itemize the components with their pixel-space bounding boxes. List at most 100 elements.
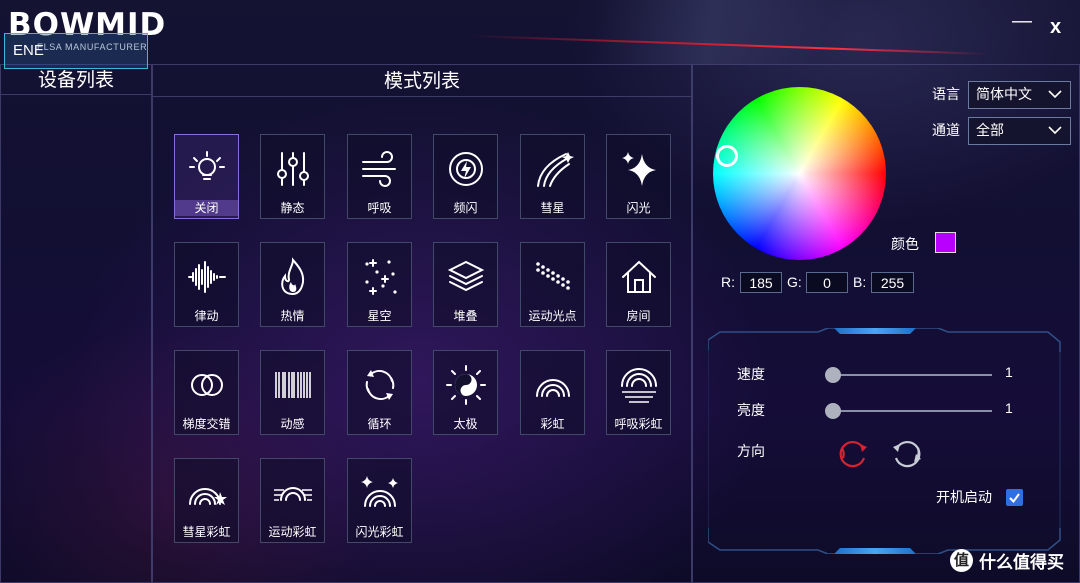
mode-tile-label: 运动光点 xyxy=(528,309,577,323)
mode-tile-label: 闪光 xyxy=(626,201,651,215)
mode-tile-label: 太极 xyxy=(453,417,478,431)
language-select[interactable]: 简体中文 xyxy=(968,81,1071,109)
mode-tile[interactable]: 房间 xyxy=(606,242,671,327)
chevron-down-icon xyxy=(1048,90,1062,99)
mode-tile[interactable]: 热情 xyxy=(260,242,325,327)
watermark-logo: 值 xyxy=(950,549,973,572)
mode-tile[interactable]: 律动 xyxy=(174,242,239,327)
wind-icon xyxy=(348,141,411,197)
mode-tile[interactable]: 梯度交错 xyxy=(174,350,239,435)
title-bar: BOWMID ELSA MANUFACTURER — x xyxy=(0,0,1080,64)
brightness-slider-handle[interactable] xyxy=(825,403,841,419)
color-label: 颜色 xyxy=(891,237,919,253)
barcode-icon xyxy=(261,357,324,413)
device-list-panel: 设备列表 xyxy=(0,64,152,583)
mode-tile[interactable]: 呼吸 xyxy=(347,134,412,219)
comet-rainbow-icon xyxy=(175,465,238,521)
direction-ccw-button[interactable] xyxy=(836,436,870,470)
rotate-ccw-icon xyxy=(839,441,867,468)
mode-tile-label: 彩虹 xyxy=(540,417,565,431)
mode-tile[interactable]: 关闭 xyxy=(174,134,239,219)
mode-tile-label: 梯度交错 xyxy=(182,417,231,431)
title-bar-decoration xyxy=(430,0,990,64)
mode-tile[interactable]: 动感 xyxy=(260,350,325,435)
brightness-value: 1 xyxy=(1005,400,1013,416)
yin-yang-icon xyxy=(434,357,497,413)
mode-tile[interactable]: 呼吸彩虹 xyxy=(606,350,671,435)
mode-tile-label: 呼吸彩虹 xyxy=(614,417,663,431)
startup-checkbox[interactable] xyxy=(1006,489,1023,506)
mode-tile[interactable]: 闪光彩虹 xyxy=(347,458,412,543)
direction-cw-button[interactable] xyxy=(890,436,924,470)
speed-label: 速度 xyxy=(737,367,765,383)
channel-select[interactable]: 全部 xyxy=(968,117,1071,145)
mode-tile-label: 动感 xyxy=(280,417,305,431)
mode-tile[interactable]: 闪光 xyxy=(606,134,671,219)
waveform-icon xyxy=(175,249,238,305)
mode-tile[interactable]: 彩虹 xyxy=(520,350,585,435)
channel-label: 通道 xyxy=(932,123,960,139)
mode-tile[interactable]: 运动彩虹 xyxy=(260,458,325,543)
mode-tile[interactable]: 运动光点 xyxy=(520,242,585,327)
sparkle-rainbow-icon xyxy=(348,465,411,521)
flash-icon xyxy=(434,141,497,197)
app-window: BOWMID ELSA MANUFACTURER — x 设备列表 ENE 模式… xyxy=(0,0,1080,583)
mode-tile[interactable]: 星空 xyxy=(347,242,412,327)
brightness-label: 亮度 xyxy=(737,403,765,419)
mode-tile[interactable]: 静态 xyxy=(260,134,325,219)
mode-tile[interactable]: 堆叠 xyxy=(433,242,498,327)
comet-icon xyxy=(521,141,584,197)
brightness-slider-track[interactable] xyxy=(832,410,992,412)
mode-tile-label: 堆叠 xyxy=(453,309,478,323)
sparkle-icon xyxy=(607,141,670,197)
cycle-icon xyxy=(348,357,411,413)
mode-tile-label: 闪光彩虹 xyxy=(355,525,404,539)
mode-tile[interactable]: 彗星 xyxy=(520,134,585,219)
speed-slider-track[interactable] xyxy=(832,374,992,376)
color-wheel[interactable] xyxy=(713,87,886,260)
r-input[interactable]: 185 xyxy=(740,272,782,293)
mode-tile[interactable]: 循环 xyxy=(347,350,412,435)
flame-icon xyxy=(261,249,324,305)
breathing-rainbow-icon xyxy=(607,357,670,413)
color-wheel-picker-handle[interactable] xyxy=(716,145,738,167)
mode-tile-label: 房间 xyxy=(626,309,651,323)
chevron-down-icon xyxy=(1048,126,1062,135)
rotate-cw-icon xyxy=(893,441,921,468)
sliders-icon xyxy=(261,141,324,197)
mode-tile[interactable]: 太极 xyxy=(433,350,498,435)
b-input[interactable]: 255 xyxy=(871,272,914,293)
mode-tile-label: 彗星 xyxy=(540,201,565,215)
rainbow-icon xyxy=(521,357,584,413)
watermark-text: 什么值得买 xyxy=(979,553,1064,573)
layers-icon xyxy=(434,249,497,305)
close-button[interactable]: x xyxy=(1050,16,1061,39)
mode-tile-label: 律动 xyxy=(194,309,219,323)
mode-tile-label: 关闭 xyxy=(175,200,238,216)
speed-value: 1 xyxy=(1005,364,1013,380)
mode-tile[interactable]: 频闪 xyxy=(433,134,498,219)
bulb-icon xyxy=(175,141,238,197)
r-label: R: xyxy=(721,274,735,290)
mode-tile-label: 星空 xyxy=(367,309,392,323)
rings-icon xyxy=(175,357,238,413)
device-list-title: 设备列表 xyxy=(1,65,151,95)
mode-tile-label: 呼吸 xyxy=(367,201,392,215)
moving-rainbow-icon xyxy=(261,465,324,521)
mode-tile-label: 循环 xyxy=(367,417,392,431)
house-icon xyxy=(607,249,670,305)
mode-tile-label: 频闪 xyxy=(453,201,478,215)
startup-label: 开机启动 xyxy=(936,490,992,506)
device-item-ene[interactable]: ENE xyxy=(4,33,148,69)
speed-slider-handle[interactable] xyxy=(825,367,841,383)
color-swatch[interactable] xyxy=(935,232,956,253)
mode-tile-label: 运动彩虹 xyxy=(268,525,317,539)
g-label: G: xyxy=(787,274,802,290)
moving-dots-icon xyxy=(521,249,584,305)
g-input[interactable]: 0 xyxy=(806,272,848,293)
direction-label: 方向 xyxy=(737,444,765,460)
watermark: 值 什么值得买 xyxy=(950,548,1064,573)
language-select-value: 简体中文 xyxy=(976,87,1032,103)
mode-tile[interactable]: 彗星彩虹 xyxy=(174,458,239,543)
minimize-button[interactable]: — xyxy=(1012,10,1032,33)
